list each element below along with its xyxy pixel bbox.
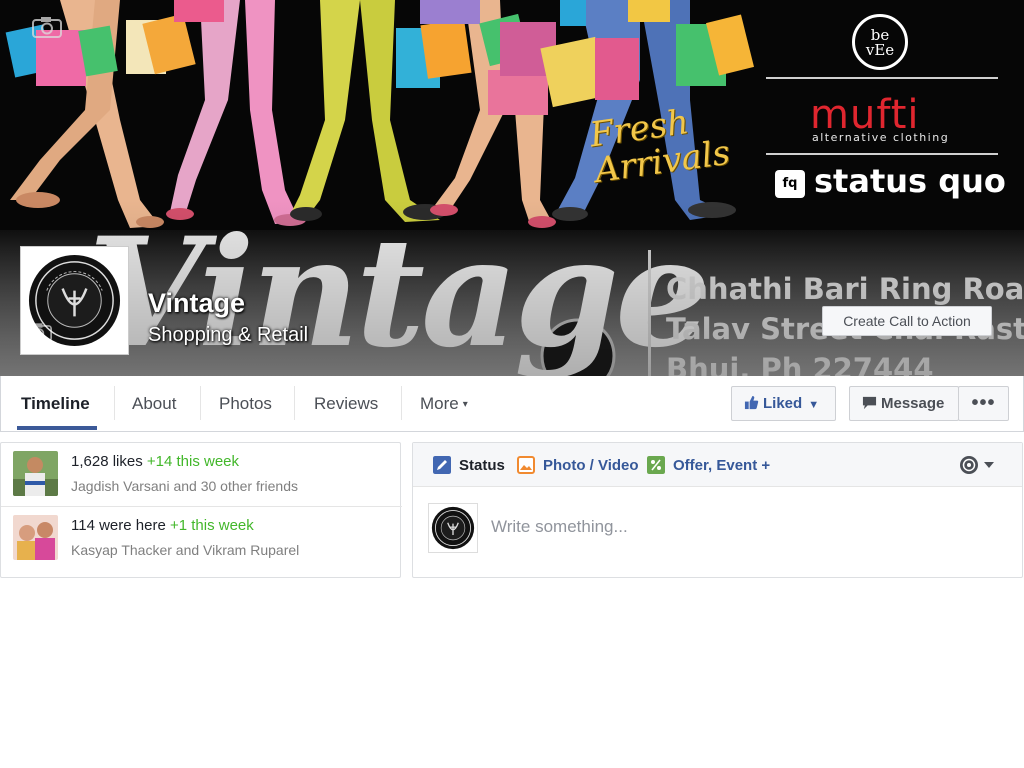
chevron-down-icon: ▼ xyxy=(808,399,820,411)
tab-about[interactable]: About xyxy=(132,376,176,432)
beve-logo: be vEe xyxy=(852,14,908,70)
mufti-tagline: alternative clothing xyxy=(812,131,950,144)
liked-button[interactable]: Liked ▼ xyxy=(731,386,836,421)
offer-icon xyxy=(647,456,665,474)
likes-delta: +14 this week xyxy=(146,453,240,470)
avatar xyxy=(13,451,58,496)
checkins-delta: +1 this week xyxy=(169,517,254,534)
divider xyxy=(200,386,201,420)
vintage-logo xyxy=(431,506,475,550)
active-tab-indicator xyxy=(17,426,97,430)
liked-label: Liked xyxy=(763,395,803,412)
status-quo-logo: status quo xyxy=(814,162,1006,200)
address-line: Chhathi Bari Ring Road, xyxy=(666,272,1024,306)
more-dots-icon[interactable]: ••• xyxy=(958,386,1009,421)
camera-icon[interactable] xyxy=(32,16,62,38)
composer-tab-photo-video[interactable]: Photo / Video xyxy=(517,443,639,487)
likes-text: 1,628 likes xyxy=(71,453,143,470)
composer-tab-offer-event[interactable]: Offer, Event + xyxy=(647,443,770,487)
message-label: Message xyxy=(881,395,945,412)
divider xyxy=(294,386,295,420)
composer-tab-label: Offer, Event + xyxy=(673,457,771,474)
pencil-icon xyxy=(433,456,451,474)
composer-tabs: Status Photo / Video Offer, Event + xyxy=(413,443,1022,487)
divider xyxy=(766,153,998,155)
checkins-row[interactable]: 114 were here +1 this week Kasyap Thacke… xyxy=(1,506,402,569)
page-category[interactable]: Shopping & Retail xyxy=(148,324,308,347)
tab-photos[interactable]: Photos xyxy=(219,376,272,432)
likes-count: 1,628 likes +14 this week xyxy=(71,453,239,470)
thumbs-up-icon xyxy=(744,395,759,410)
checkins-friends[interactable]: Kasyap Thacker and Vikram Ruparel xyxy=(71,542,299,558)
tab-timeline[interactable]: Timeline xyxy=(21,376,90,432)
tab-more[interactable]: More ▾ xyxy=(420,376,468,432)
composer-tab-label: Status xyxy=(459,457,505,474)
avatar xyxy=(13,515,58,560)
status-quo-icon: fq xyxy=(775,170,805,198)
create-call-to-action-button[interactable]: Create Call to Action xyxy=(822,306,992,336)
composer-avatar xyxy=(428,503,478,553)
likes-row[interactable]: 1,628 likes +14 this week Jagdish Varsan… xyxy=(1,443,402,506)
page-name[interactable]: Vintage xyxy=(148,288,245,319)
camera-icon[interactable] xyxy=(26,322,52,342)
address-line: Bhuj. Ph 227444 xyxy=(666,352,934,376)
message-button[interactable]: Message xyxy=(849,386,959,421)
friend-photo xyxy=(13,451,58,496)
divider xyxy=(401,386,402,420)
cover-photo[interactable]: be vEe mufti alternative clothing fq sta… xyxy=(0,0,1024,376)
chevron-down-icon: ▾ xyxy=(462,398,468,410)
checkins-text: 114 were here xyxy=(71,517,166,534)
likes-friends[interactable]: Jagdish Varsani and 30 other friends xyxy=(71,478,298,494)
checkins-count: 114 were here +1 this week xyxy=(71,517,254,534)
composer-tab-label: Photo / Video xyxy=(543,457,639,474)
friend-photo xyxy=(13,515,58,560)
privacy-icon[interactable] xyxy=(959,455,997,475)
tab-reviews[interactable]: Reviews xyxy=(314,376,378,432)
tab-more-label: More xyxy=(420,394,459,413)
divider xyxy=(648,250,651,376)
divider xyxy=(766,77,998,79)
post-composer: Status Photo / Video Offer, Event + xyxy=(412,442,1023,578)
message-icon xyxy=(862,396,877,410)
post-input[interactable] xyxy=(491,515,991,539)
photo-icon xyxy=(517,456,535,474)
divider xyxy=(114,386,115,420)
composer-tab-status[interactable]: Status xyxy=(433,443,505,487)
page-stats-card: 1,628 likes +14 this week Jagdish Varsan… xyxy=(0,442,402,578)
